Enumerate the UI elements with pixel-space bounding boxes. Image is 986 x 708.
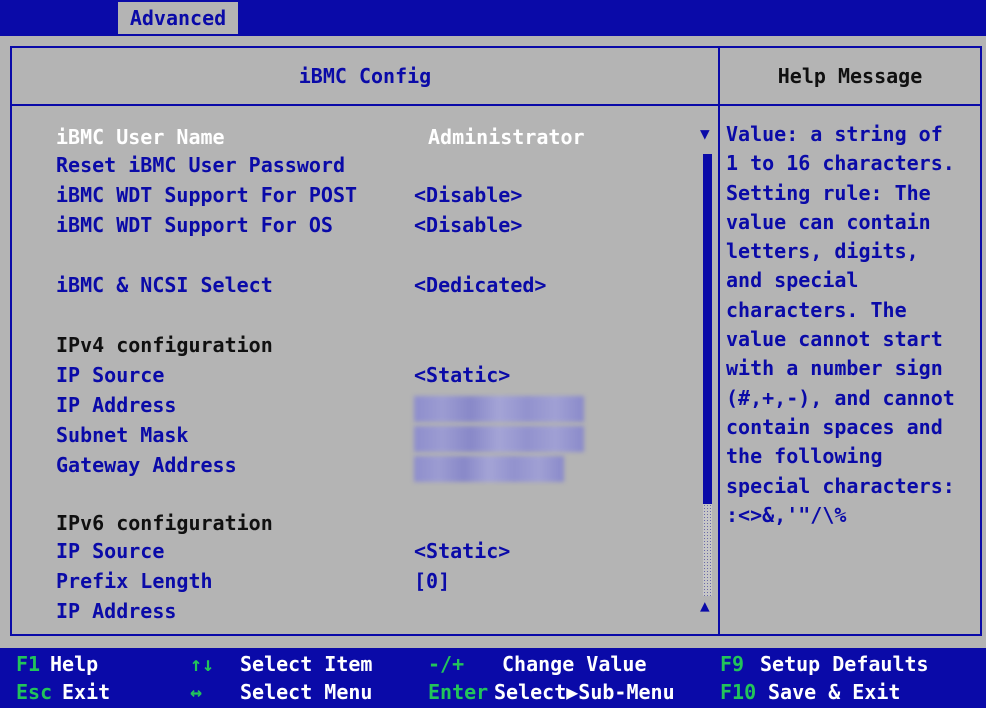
key-f10: F10 <box>720 680 757 704</box>
help-line: the following <box>726 444 883 469</box>
setting-wdt-post[interactable]: iBMC WDT Support For POST <Disable> <box>0 180 718 210</box>
setting-ipv4-source[interactable]: IP Source <Static> <box>0 360 718 390</box>
setting-label: IP Address <box>56 599 177 623</box>
setting-label: Prefix Length <box>56 569 213 593</box>
setting-value[interactable]: [0] <box>414 566 450 596</box>
help-line: Value: a string of <box>726 122 943 146</box>
setting-label: iBMC WDT Support For OS <box>56 213 333 237</box>
arrow-up-down-icon: ↑↓ <box>190 652 215 676</box>
setting-ipv4-gateway[interactable]: Gateway Address <box>0 450 718 482</box>
scroll-down-arrow-icon[interactable]: ▼ <box>700 124 710 144</box>
setting-ibmc-user-name[interactable]: iBMC User Name Administrator <box>0 122 718 152</box>
scrollbar-track <box>703 504 712 596</box>
redacted-value <box>414 426 584 452</box>
help-line: value cannot start <box>726 327 943 352</box>
key-f1: F1 <box>16 652 41 676</box>
help-title: Help Message <box>777 64 923 88</box>
setting-reset-password[interactable]: Reset iBMC User Password <box>0 150 718 180</box>
setting-ipv6-address[interactable]: IP Address <box>0 596 718 626</box>
key-desc-select-item: Select Item <box>240 652 373 676</box>
setting-label: iBMC & NCSI Select <box>56 273 273 297</box>
key-desc-sub-menu: Select▶Sub-Menu <box>494 680 675 704</box>
setting-value[interactable]: <Dedicated> <box>414 270 546 300</box>
key-desc-help: Help <box>50 652 99 676</box>
redacted-value <box>414 396 584 422</box>
setting-label: IP Address <box>56 393 177 417</box>
key-desc-save-exit: Save & Exit <box>768 680 901 704</box>
help-line: (#,+,-), and cannot <box>726 385 955 410</box>
setting-ipv6-source[interactable]: IP Source <Static> <box>0 536 718 566</box>
key-desc-exit: Exit <box>62 680 111 704</box>
help-line: value can contain <box>726 209 931 234</box>
setting-label: iBMC WDT Support For POST <box>56 183 358 207</box>
arrow-left-right-icon: ↔ <box>190 680 203 704</box>
help-message: Value: a string of 1 to 16 characters. S… <box>726 120 976 530</box>
help-line: 1 to 16 characters. <box>726 151 955 176</box>
help-line: contain spaces and <box>726 414 943 439</box>
settings-list: iBMC User Name Administrator Reset iBMC … <box>0 0 718 640</box>
setting-ipv4-subnet[interactable]: Subnet Mask <box>0 420 718 452</box>
setting-value[interactable]: Administrator <box>428 122 585 152</box>
key-desc-select-menu: Select Menu <box>240 680 373 704</box>
setting-label: IP Source <box>56 363 165 387</box>
redacted-value <box>414 456 564 482</box>
setting-wdt-os[interactable]: iBMC WDT Support For OS <Disable> <box>0 210 718 240</box>
key-enter: Enter <box>428 680 489 704</box>
setting-ncsi-select[interactable]: iBMC & NCSI Select <Dedicated> <box>0 270 718 300</box>
help-line: special characters: <box>726 473 955 498</box>
setting-ipv6-prefix[interactable]: Prefix Length [0] <box>0 566 718 596</box>
section-ipv6: IPv6 configuration <box>0 508 718 538</box>
key-plus-minus: -/+ <box>428 652 465 676</box>
help-line: Setting rule: The <box>726 180 931 205</box>
scrollbar-thumb[interactable] <box>703 154 712 504</box>
section-heading: IPv6 configuration <box>56 511 273 535</box>
scroll-up-arrow-icon[interactable]: ▲ <box>700 596 710 616</box>
section-ipv4: IPv4 configuration <box>0 330 718 360</box>
help-line: with a number sign <box>726 356 943 381</box>
setting-value[interactable]: <Static> <box>414 360 510 390</box>
section-heading: IPv4 configuration <box>56 333 273 357</box>
key-esc: Esc <box>16 680 53 704</box>
help-line: and special <box>726 268 859 293</box>
key-desc-setup-defaults: Setup Defaults <box>760 652 929 676</box>
setting-label: Gateway Address <box>56 453 237 477</box>
key-f9: F9 <box>720 652 745 676</box>
setting-label: Subnet Mask <box>56 423 189 447</box>
help-line: :<>&,'"/\% <box>726 502 847 527</box>
setting-label: iBMC User Name <box>56 125 225 149</box>
key-legend-bar: F1 Help ↑↓ Select Item -/+ Change Value … <box>0 648 986 708</box>
setting-label: Reset iBMC User Password <box>56 153 345 177</box>
setting-value[interactable]: <Static> <box>414 536 510 566</box>
setting-value[interactable]: <Disable> <box>414 180 522 210</box>
help-line: letters, digits, <box>726 239 919 264</box>
key-desc-change-value: Change Value <box>502 652 647 676</box>
setting-label: IP Source <box>56 539 165 563</box>
help-line: characters. The <box>726 297 907 322</box>
setting-ipv4-address[interactable]: IP Address <box>0 390 718 422</box>
setting-value[interactable]: <Disable> <box>414 210 522 240</box>
panel-divider <box>718 46 720 636</box>
